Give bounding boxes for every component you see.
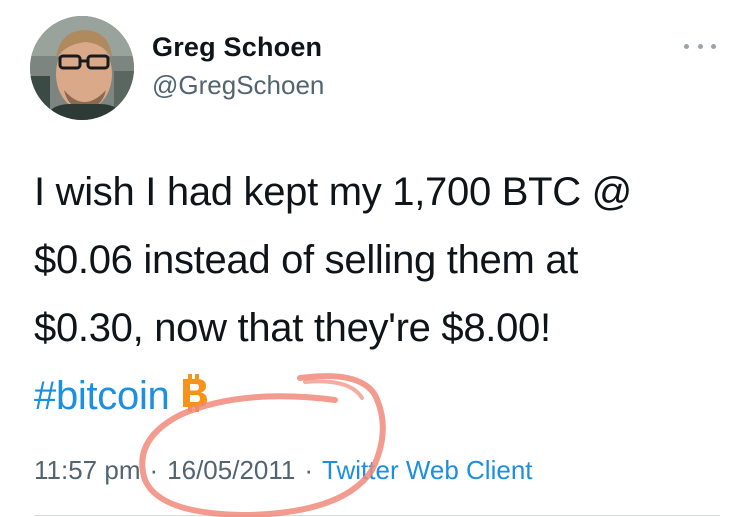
author-handle[interactable]: @GregSchoen (152, 70, 324, 101)
avatar[interactable] (30, 16, 134, 120)
more-options-icon[interactable] (684, 40, 716, 52)
tweet-text-line: $0.06 instead of selling them at (34, 238, 579, 282)
dot (697, 43, 703, 49)
separator: · (304, 455, 314, 485)
tweet-time[interactable]: 11:57 pm (34, 455, 140, 485)
tweet-text: I wish I had kept my 1,700 BTC @ $0.06 i… (34, 158, 724, 430)
separator: · (149, 455, 159, 485)
avatar-photo (30, 16, 134, 120)
tweet-date[interactable]: 16/05/2011 (167, 455, 295, 485)
tweet-card: Greg Schoen @GregSchoen I wish I had kep… (0, 0, 750, 517)
tweet-text-line: I wish I had kept my 1,700 BTC @ (34, 170, 632, 214)
divider (34, 515, 720, 516)
client-link[interactable]: Twitter Web Client (322, 455, 532, 485)
tweet-text-line: $0.30, now that they're $8.00! (34, 306, 551, 350)
hashtag-link[interactable]: #bitcoin (34, 374, 170, 418)
bitcoin-icon (183, 374, 208, 412)
dot (684, 43, 689, 49)
author-display-name[interactable]: Greg Schoen (152, 32, 322, 63)
tweet-metadata: 11:57 pm · 16/05/2011 · Twitter Web Client (34, 455, 533, 486)
hashtag-line: #bitcoin (34, 362, 724, 430)
dot (711, 43, 716, 49)
